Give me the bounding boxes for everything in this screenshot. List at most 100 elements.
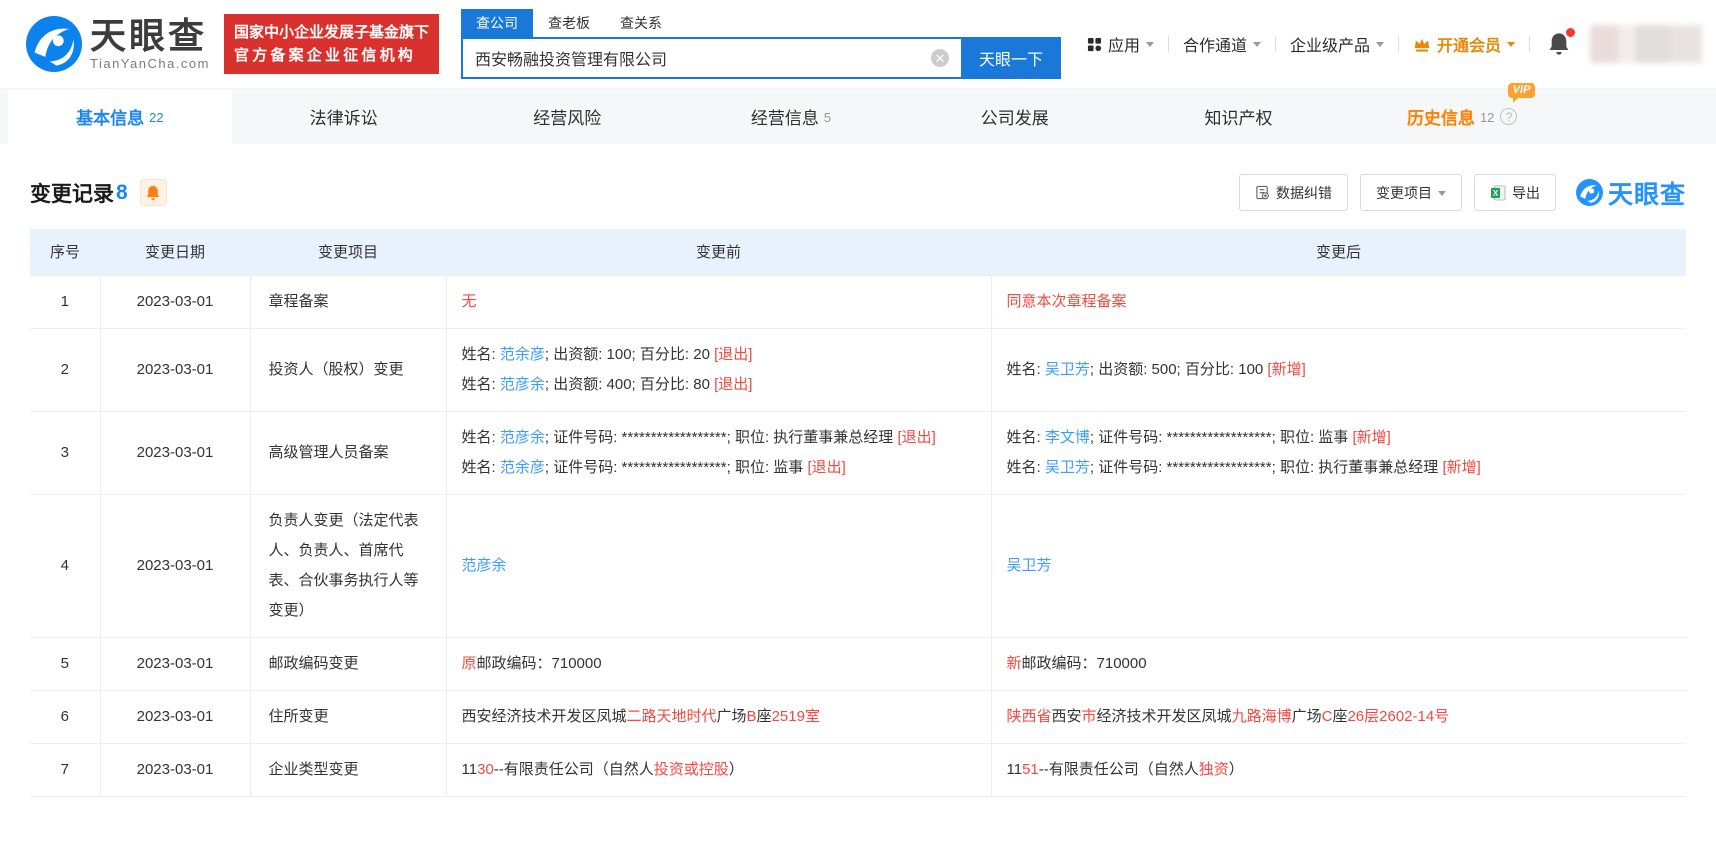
chevron-down-icon xyxy=(1507,42,1515,51)
cell-text: ; 出资额: 500; 百分比: 100 xyxy=(1090,361,1268,378)
cell-text: --有限责任公司（自然人 xyxy=(1039,761,1199,778)
cell-after: 新邮政编码：710000 xyxy=(991,637,1686,690)
notification-bell-icon[interactable] xyxy=(1548,32,1570,56)
search-tab-company[interactable]: 查公司 xyxy=(461,9,533,37)
cell-line: 姓名: 范余彦; 出资额: 100; 百分比: 20 [退出] xyxy=(462,340,976,370)
table-row: 22023-03-01投资人（股权）变更姓名: 范余彦; 出资额: 100; 百… xyxy=(30,328,1686,411)
cell-line: 姓名: 范彦余; 出资额: 400; 百分比: 80 [退出] xyxy=(462,370,976,400)
cell-text: 西安 xyxy=(1052,708,1082,725)
search-tab-relation[interactable]: 查关系 xyxy=(605,9,677,37)
cell-seq: 7 xyxy=(30,743,100,796)
person-link[interactable]: 范彦余 xyxy=(500,429,545,446)
tab-label: 知识产权 xyxy=(1204,104,1272,129)
company-tab-7[interactable]: 历史信息12VIP? xyxy=(1350,89,1574,144)
svg-text:X: X xyxy=(1493,188,1499,197)
tab-label: 经营风险 xyxy=(533,104,601,129)
cell-date: 2023-03-01 xyxy=(100,275,250,328)
cell-seq: 5 xyxy=(30,637,100,690)
nav-apps[interactable]: 应用 xyxy=(1087,32,1154,56)
logo-title: 天眼查 xyxy=(90,17,210,55)
changed-text: B xyxy=(747,708,757,725)
nav-vip-label: 开通会员 xyxy=(1437,32,1501,56)
changed-text: [退出] xyxy=(714,346,752,363)
user-area-blurred[interactable] xyxy=(1590,25,1702,63)
cell-seq: 3 xyxy=(30,411,100,494)
company-tab-2[interactable]: 法律诉讼 xyxy=(232,89,456,144)
search-button[interactable]: 天眼一下 xyxy=(961,37,1061,79)
section-count: 8 xyxy=(116,181,128,205)
cell-line: 1130--有限责任公司（自然人投资或控股） xyxy=(462,755,976,785)
nav-open-vip[interactable]: 开通会员 xyxy=(1413,32,1515,56)
cell-after: 姓名: 李文博; 证件号码: ******************; 职位: 监… xyxy=(991,411,1686,494)
divider xyxy=(1275,36,1276,52)
chevron-down-icon xyxy=(1376,42,1384,51)
watermark-logo: 天眼查 xyxy=(1576,175,1686,211)
certification-badge: 国家中小企业发展子基金旗下 官方备案企业征信机构 xyxy=(224,14,439,74)
person-link[interactable]: 范余彦 xyxy=(500,346,545,363)
changed-text: 原 xyxy=(462,655,477,672)
person-link[interactable]: 吴卫芳 xyxy=(1045,459,1090,476)
section-actions: 数据纠错 变更项目 X 导出 天眼查 xyxy=(1227,174,1686,211)
search-input[interactable] xyxy=(461,37,961,79)
cell-line: 范彦余 xyxy=(462,551,976,581)
watermark-logo-icon xyxy=(1576,179,1603,206)
person-link[interactable]: 范余彦 xyxy=(500,459,545,476)
nav-apps-label: 应用 xyxy=(1108,32,1140,56)
cell-line: 姓名: 李文博; 证件号码: ******************; 职位: 监… xyxy=(1007,423,1672,453)
export-button[interactable]: X 导出 xyxy=(1474,174,1556,211)
top-nav: 应用 合作通道 企业级产品 开通会员 xyxy=(1087,25,1702,63)
cell-text: ; 证件号码: ******************; 职位: 监事 xyxy=(1090,429,1353,446)
cell-line: 原邮政编码：710000 xyxy=(462,649,976,679)
cell-text: 姓名: xyxy=(462,346,500,363)
data-correction-button[interactable]: 数据纠错 xyxy=(1239,174,1348,211)
cell-date: 2023-03-01 xyxy=(100,411,250,494)
person-link[interactable]: 范彦余 xyxy=(462,557,507,574)
cell-before: 姓名: 范余彦; 出资额: 100; 百分比: 20 [退出]姓名: 范彦余; … xyxy=(446,328,991,411)
divider xyxy=(1168,36,1169,52)
subscribe-bell-icon[interactable] xyxy=(140,179,167,206)
cell-text: 姓名: xyxy=(462,459,500,476)
cell-text: ; 证件号码: ******************; 职位: 监事 xyxy=(545,459,808,476)
nav-partner-channel[interactable]: 合作通道 xyxy=(1183,32,1261,56)
section-header: 变更记录 8 数据纠错 变更项目 X 导出 天眼查 xyxy=(30,174,1686,211)
cell-text: ; 出资额: 400; 百分比: 80 xyxy=(545,376,714,393)
cell-change-item: 负责人变更（法定代表人、负责人、首席代表、合伙事务执行人等变更） xyxy=(250,494,446,637)
table-row: 52023-03-01邮政编码变更原邮政编码：710000新邮政编码：71000… xyxy=(30,637,1686,690)
cell-text: 经济技术开发区凤城 xyxy=(1097,708,1232,725)
changed-text: [退出] xyxy=(807,459,845,476)
cell-before: 西安经济技术开发区凤城二路天地时代广场B座2519室 xyxy=(446,690,991,743)
cell-change-item: 住所变更 xyxy=(250,690,446,743)
tianyancha-logo[interactable]: 天眼查 TianYanCha.com xyxy=(26,16,210,72)
table-row: 62023-03-01住所变更西安经济技术开发区凤城二路天地时代广场B座2519… xyxy=(30,690,1686,743)
tab-label: 基本信息 xyxy=(76,104,144,129)
person-link[interactable]: 吴卫芳 xyxy=(1045,361,1090,378)
cell-text: ） xyxy=(1229,761,1244,778)
search-tab-boss[interactable]: 查老板 xyxy=(533,9,605,37)
company-tab-5[interactable]: 公司发展 xyxy=(903,89,1127,144)
cell-seq: 2 xyxy=(30,328,100,411)
person-link[interactable]: 范彦余 xyxy=(500,376,545,393)
divider xyxy=(1529,36,1530,52)
cell-text: 西安经济技术开发区凤城 xyxy=(462,708,627,725)
person-link[interactable]: 吴卫芳 xyxy=(1007,557,1052,574)
change-item-filter-button[interactable]: 变更项目 xyxy=(1360,174,1462,211)
tab-label: 历史信息 xyxy=(1407,104,1475,129)
certification-line-1: 国家中小企业发展子基金旗下 xyxy=(234,21,429,44)
company-tab-1[interactable]: 基本信息22 xyxy=(8,89,232,144)
table-header-row: 序号变更日期变更项目变更前变更后 xyxy=(30,229,1686,275)
company-tab-3[interactable]: 经营风险 xyxy=(455,89,679,144)
company-tab-6[interactable]: 知识产权 xyxy=(1127,89,1351,144)
help-icon[interactable]: ? xyxy=(1500,108,1517,125)
changed-text: [退出] xyxy=(714,376,752,393)
watermark-label: 天眼查 xyxy=(1608,175,1686,211)
company-tab-4[interactable]: 经营信息5 xyxy=(679,89,903,144)
nav-enterprise-products[interactable]: 企业级产品 xyxy=(1290,32,1384,56)
tab-count-badge: 12 xyxy=(1480,110,1494,125)
column-header: 变更日期 xyxy=(100,229,250,275)
person-link[interactable]: 李文博 xyxy=(1045,429,1090,446)
cell-text: 姓名: xyxy=(1007,361,1045,378)
clear-search-icon[interactable]: ✕ xyxy=(931,49,949,67)
nav-partner-label: 合作通道 xyxy=(1183,32,1247,56)
changed-text: 51 xyxy=(1022,761,1039,778)
logo-domain: TianYanCha.com xyxy=(90,56,210,71)
